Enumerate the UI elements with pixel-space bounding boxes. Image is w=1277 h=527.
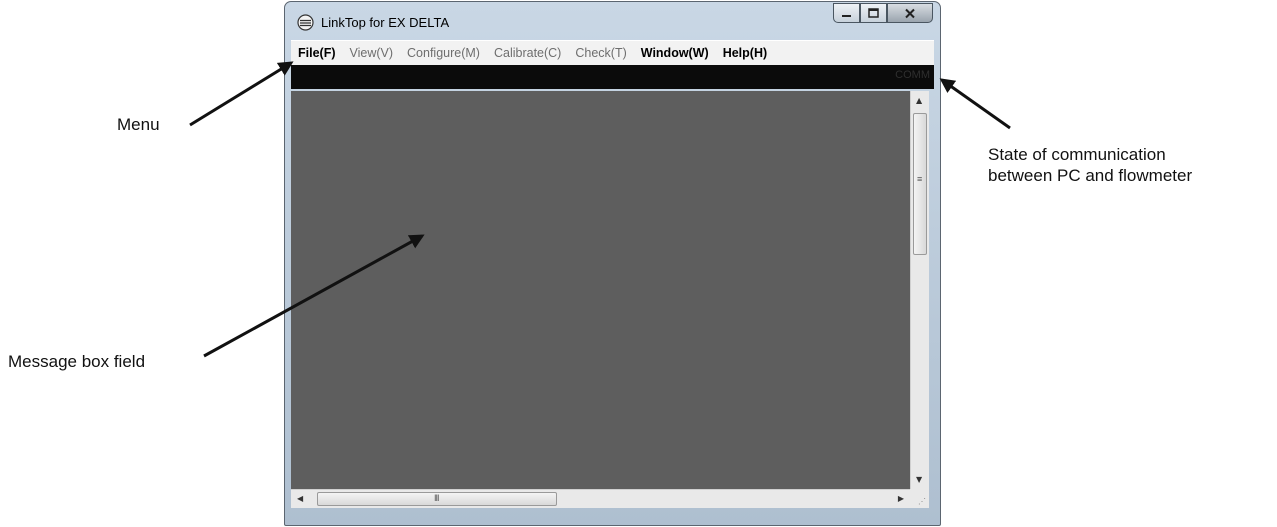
- menu-callout-label: Menu: [117, 115, 160, 134]
- comm-state-callout-line2: between PC and flowmeter: [988, 166, 1193, 185]
- caption-buttons: [833, 3, 933, 23]
- minimize-icon: [842, 14, 851, 17]
- menu-file[interactable]: File(F): [291, 46, 343, 60]
- message-box-callout-label: Message box field: [8, 352, 146, 371]
- app-window: LinkTop for EX DELTA File(F) View(V) Con…: [284, 1, 941, 526]
- menu-help[interactable]: Help(H): [716, 46, 774, 60]
- menu-window[interactable]: Window(W): [634, 46, 716, 60]
- menu-view: View(V): [349, 46, 394, 60]
- horizontal-scroll-thumb[interactable]: III: [317, 492, 557, 506]
- menu-bar: File(F) View(V) Configure(M) Calibrate(C…: [291, 40, 934, 66]
- maximize-icon: [868, 8, 879, 18]
- comm-state-indicator: COMM: [895, 69, 930, 81]
- window-title: LinkTop for EX DELTA: [321, 15, 450, 30]
- comm-state-callout-line1: State of communication: [988, 145, 1166, 164]
- app-icon: [297, 14, 314, 31]
- scroll-up-icon[interactable]: ▲: [916, 96, 922, 105]
- scroll-left-icon[interactable]: ◀: [297, 494, 303, 503]
- comm-state-callout-label: State of communication between PC and fl…: [988, 144, 1277, 186]
- scroll-right-icon[interactable]: ▶: [898, 494, 904, 503]
- title-bar[interactable]: LinkTop for EX DELTA: [285, 2, 940, 40]
- horizontal-grip-icon: III: [434, 493, 439, 503]
- scroll-down-icon[interactable]: ▼: [916, 475, 922, 484]
- minimize-button[interactable]: [833, 3, 860, 23]
- menu-callout-arrow: [189, 61, 294, 127]
- size-grip-icon: ⋰: [918, 497, 926, 506]
- comm-state-callout-arrow: [939, 78, 1011, 130]
- menu-configure: Configure(M): [407, 46, 480, 60]
- menu-check: Check(T): [575, 46, 627, 60]
- close-icon: [905, 8, 915, 18]
- vertical-grip-icon: ≡: [917, 174, 923, 184]
- vertical-scrollbar[interactable]: ▲ ≡ ▼: [910, 91, 929, 489]
- vertical-scroll-thumb[interactable]: ≡: [913, 113, 927, 255]
- maximize-button[interactable]: [860, 3, 887, 23]
- communication-status-strip: COMM: [291, 65, 934, 89]
- horizontal-scrollbar[interactable]: ◀ III ▶: [291, 489, 910, 508]
- size-grip[interactable]: ⋰: [910, 489, 929, 508]
- menu-calibrate: Calibrate(C): [493, 46, 562, 60]
- close-button[interactable]: [887, 3, 933, 23]
- message-box-field[interactable]: [291, 91, 910, 489]
